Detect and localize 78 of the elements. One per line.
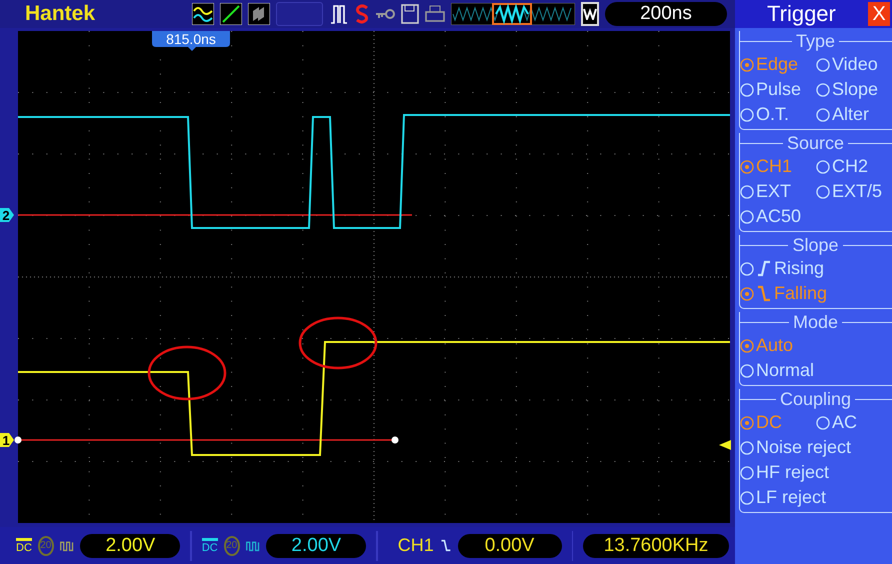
- radio-option[interactable]: Falling: [740, 283, 890, 304]
- option-label: Video: [832, 54, 878, 75]
- radio-option[interactable]: HF reject: [740, 462, 890, 483]
- radio-button[interactable]: [740, 160, 754, 174]
- option-label: AC: [832, 412, 858, 433]
- option-label: Falling: [774, 283, 828, 304]
- radio-option[interactable]: LF reject: [740, 487, 890, 508]
- memory-overview-icon: [451, 3, 575, 25]
- channel-marker[interactable]: 1: [0, 433, 14, 448]
- waveform-icon[interactable]: [192, 3, 214, 25]
- persistence-icon[interactable]: [248, 3, 270, 25]
- frequency-readout: 13.7600KHz: [582, 534, 729, 558]
- trigger-level-marker: [719, 440, 731, 450]
- radio-option[interactable]: Alter: [816, 104, 892, 125]
- radio-button[interactable]: [740, 58, 754, 72]
- radio-option[interactable]: DC: [740, 412, 816, 433]
- group-title: Type: [796, 31, 836, 52]
- bandwidth-limit-label: 20: [38, 536, 54, 556]
- radio-button[interactable]: [740, 416, 754, 430]
- radio-button[interactable]: [740, 338, 754, 352]
- radio-button[interactable]: [740, 286, 754, 300]
- close-button[interactable]: X: [868, 2, 890, 26]
- option-label: Rising: [774, 258, 824, 279]
- option-label: Pulse: [756, 79, 802, 100]
- radio-option[interactable]: Noise reject: [740, 437, 890, 458]
- brand-logo: Hantek: [25, 2, 96, 26]
- option-label: Auto: [756, 335, 794, 356]
- printer-icon[interactable]: [425, 3, 445, 25]
- radio-option[interactable]: CH1: [740, 156, 816, 177]
- option-label: Noise reject: [756, 437, 852, 458]
- group-title: Coupling: [780, 389, 852, 410]
- rising-edge-icon: [756, 259, 772, 278]
- radio-option[interactable]: Slope: [816, 79, 892, 100]
- wide-mode-icon[interactable]: [581, 2, 599, 26]
- panel-title: Trigger: [767, 1, 836, 27]
- radio-option[interactable]: AC50: [740, 206, 890, 227]
- coupling-label: DC: [202, 538, 218, 554]
- channel-marker[interactable]: 2: [0, 208, 14, 223]
- radio-option[interactable]: CH2: [816, 156, 892, 177]
- save-icon[interactable]: [401, 3, 419, 25]
- option-label: Edge: [756, 54, 798, 75]
- option-label: EXT: [756, 181, 792, 202]
- pulse-icon[interactable]: [329, 3, 349, 25]
- radio-option[interactable]: Video: [816, 54, 892, 75]
- trigger-source-label: CH1: [398, 535, 434, 556]
- option-label: Alter: [832, 104, 870, 125]
- option-label: CH2: [832, 156, 868, 177]
- group-title: Slope: [792, 235, 839, 256]
- option-label: O.T.: [756, 104, 790, 125]
- option-label: Slope: [832, 79, 878, 100]
- radio-option[interactable]: Rising: [740, 258, 890, 279]
- volts-readout: 2.00V: [80, 534, 180, 558]
- option-label: AC50: [756, 206, 802, 227]
- group-title: Source: [786, 133, 844, 154]
- s-letter-icon[interactable]: [355, 3, 369, 25]
- radio-option[interactable]: AC: [816, 412, 892, 433]
- option-label: EXT/5: [832, 181, 882, 202]
- trigger-offset-label: 815.0ns: [152, 31, 230, 51]
- option-label: CH1: [756, 156, 792, 177]
- option-label: DC: [756, 412, 782, 433]
- radio-option[interactable]: Pulse: [740, 79, 816, 100]
- group-title: Mode: [792, 312, 838, 333]
- bandwidth-limit-label: 20: [224, 536, 240, 556]
- radio-option[interactable]: Normal: [740, 360, 890, 381]
- radio-option[interactable]: EXT/5: [816, 181, 892, 202]
- radio-option[interactable]: EXT: [740, 181, 816, 202]
- radio-option[interactable]: O.T.: [740, 104, 816, 125]
- option-label: LF reject: [756, 487, 826, 508]
- coupling-label: DC: [16, 538, 32, 554]
- radio-option[interactable]: Auto: [740, 335, 890, 356]
- trigger-level-readout: 0.00V: [458, 534, 562, 558]
- option-label: HF reject: [756, 462, 830, 483]
- line-icon[interactable]: [220, 3, 242, 25]
- radio-option[interactable]: Edge: [740, 54, 816, 75]
- timebase-readout: 200ns: [605, 2, 727, 26]
- falling-edge-icon: [756, 284, 772, 303]
- option-label: Normal: [756, 360, 814, 381]
- volts-readout: 2.00V: [266, 534, 366, 558]
